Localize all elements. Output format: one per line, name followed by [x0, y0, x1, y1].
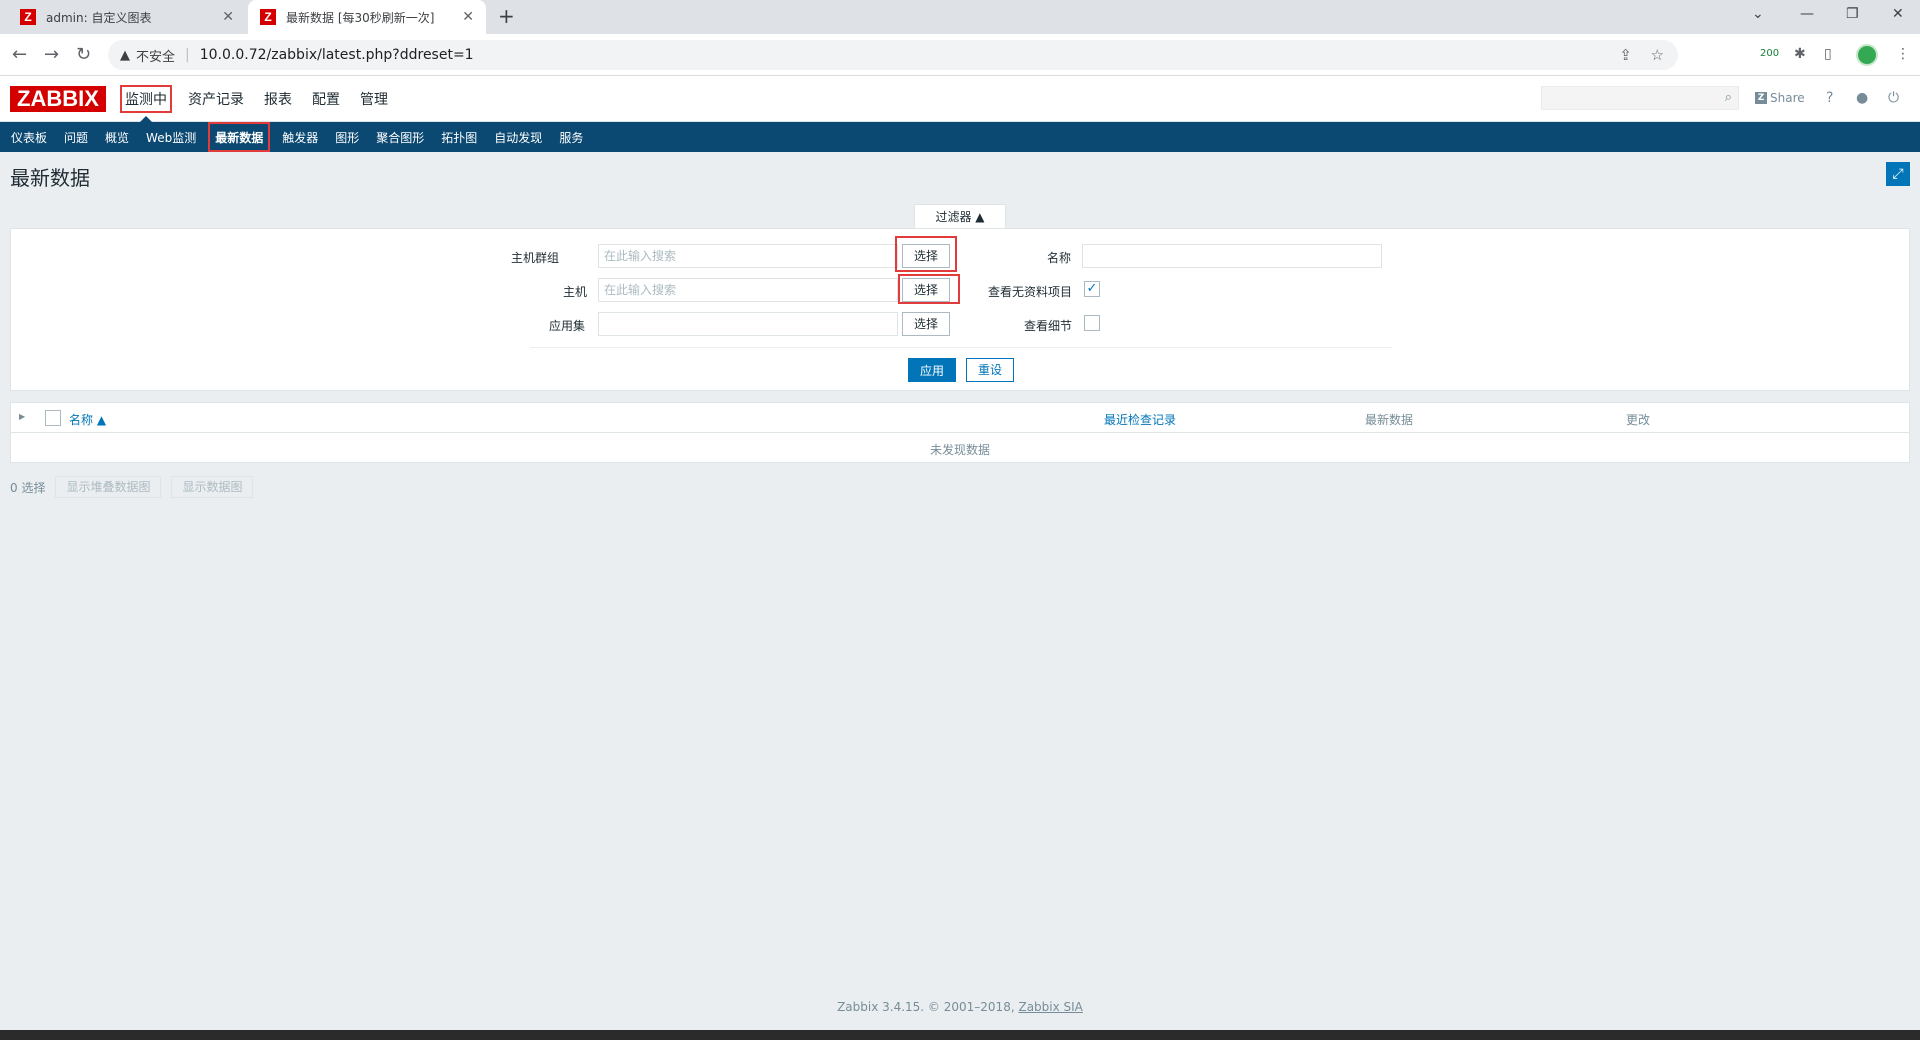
restore-icon[interactable]: ❐ — [1846, 6, 1859, 22]
filter-divider — [530, 347, 1392, 348]
search-icon[interactable]: ⌕ — [1725, 90, 1732, 105]
page-title: 最新数据 — [10, 166, 90, 190]
submenu-triggers[interactable]: 触发器 — [277, 122, 323, 152]
graph-button[interactable]: 显示数据图 — [171, 476, 254, 498]
submenu-screens[interactable]: 聚合图形 — [371, 122, 429, 152]
host-group-label: 主机群组 — [511, 251, 560, 265]
submenu-problems[interactable]: 问题 — [59, 122, 93, 152]
apply-button[interactable]: 应用 — [908, 358, 956, 382]
minimize-icon[interactable]: — — [1800, 6, 1814, 22]
submenu-graphs[interactable]: 图形 — [330, 122, 364, 152]
new-tab-icon[interactable]: + — [498, 4, 515, 28]
show-items-without-data-checkbox[interactable]: ✓ — [1084, 281, 1100, 297]
zabbix-sia-link[interactable]: Zabbix SIA — [1018, 1000, 1082, 1014]
profile-avatar[interactable] — [1856, 44, 1878, 66]
zabbix-share-icon: Z — [1755, 92, 1767, 104]
filter-tab[interactable]: 过滤器 ▲ — [914, 204, 1006, 228]
zabbix-header: ZABBIX 监测中 资产记录 报表 配置 管理 ⌕ Z Share ? ● ⏻ — [0, 76, 1920, 122]
menu-label: 监测中 — [125, 92, 167, 108]
share-icon[interactable]: ⇪ — [1619, 46, 1632, 64]
column-change: 更改 — [1626, 413, 1651, 427]
menu-administration[interactable]: 管理 — [356, 85, 392, 113]
warning-icon[interactable]: ▲ — [120, 48, 130, 63]
menu-monitoring[interactable]: 监测中 — [120, 85, 172, 122]
submenu-maps[interactable]: 拓扑图 — [436, 122, 482, 152]
reload-icon[interactable]: ↻ — [76, 44, 91, 65]
table-actions: 0 选择 显示堆叠数据图 显示数据图 — [10, 476, 254, 498]
application-select-button[interactable]: 选择 — [902, 312, 950, 336]
menu-configuration[interactable]: 配置 — [308, 85, 344, 113]
highlight-box — [895, 236, 957, 272]
host-group-input[interactable]: 在此输入搜索 — [598, 244, 898, 268]
submenu-web[interactable]: Web监测 — [141, 122, 201, 152]
submenu-discovery[interactable]: 自动发现 — [489, 122, 547, 152]
kebab-menu-icon[interactable]: ⋮ — [1896, 46, 1910, 62]
column-last-value: 最新数据 — [1365, 413, 1414, 427]
reset-button[interactable]: 重设 — [966, 358, 1014, 382]
bookmark-star-icon[interactable]: ☆ — [1651, 46, 1664, 64]
column-last-check[interactable]: 最近检查记录 — [1104, 411, 1176, 428]
host-input[interactable]: 在此输入搜索 — [598, 278, 898, 302]
tab-title: 最新数据 [每30秒刷新一次] — [286, 10, 435, 25]
no-data-message: 未发现数据 — [929, 443, 990, 457]
zabbix-favicon-icon: Z — [260, 9, 276, 25]
side-panel-icon[interactable]: ▯ — [1824, 46, 1832, 62]
stacked-graph-button[interactable]: 显示堆叠数据图 — [55, 476, 162, 498]
menu-inventory[interactable]: 资产记录 — [184, 85, 248, 113]
close-icon[interactable]: ✕ — [462, 9, 474, 25]
application-label: 应用集 — [549, 319, 586, 333]
show-details-checkbox[interactable] — [1084, 315, 1100, 331]
name-input[interactable] — [1082, 244, 1382, 268]
table-header: ▶ 名称 ▲ 最近检查记录 最新数据 更改 — [11, 403, 1909, 433]
taskbar — [0, 1030, 1920, 1040]
copyright-text: Zabbix 3.4.15. © 2001–2018, — [837, 1000, 1019, 1014]
browser-tab-latest-data[interactable]: Z 最新数据 [每30秒刷新一次] ✕ — [248, 0, 486, 34]
submenu-services[interactable]: 服务 — [554, 122, 588, 152]
submenu-overview[interactable]: 概览 — [100, 122, 134, 152]
browser-tab-custom-graph[interactable]: Z admin: 自定义图表 ✕ — [8, 0, 246, 34]
filter-panel: 主机群组 在此输入搜索 选择 主机 在此输入搜索 选择 应用集 选择 名称 查看… — [10, 228, 1910, 391]
browser-tabbar: Z admin: 自定义图表 ✕ Z 最新数据 [每30秒刷新一次] ✕ + ⌄… — [0, 0, 1920, 34]
show-items-without-data-label: 查看无资料项目 — [988, 285, 1073, 299]
latest-data-table: ▶ 名称 ▲ 最近检查记录 最新数据 更改 未发现数据 — [10, 402, 1910, 463]
host-label: 主机 — [563, 285, 588, 299]
global-search-input[interactable]: ⌕ — [1541, 86, 1739, 110]
window-close-icon[interactable]: ✕ — [1892, 6, 1904, 22]
sign-out-icon[interactable]: ⏻ — [1888, 90, 1899, 106]
share-link[interactable]: Z Share — [1755, 91, 1805, 105]
sub-menu: 仪表板 问题 概览 Web监测 最新数据 触发器 图形 聚合图形 拓扑图 自动发… — [0, 122, 1920, 152]
extensions-puzzle-icon[interactable]: ✱ — [1794, 46, 1806, 62]
zabbix-favicon-icon: Z — [20, 9, 36, 25]
forward-arrow-icon[interactable]: → — [44, 44, 59, 65]
zabbix-logo[interactable]: ZABBIX — [10, 86, 106, 112]
close-icon[interactable]: ✕ — [222, 9, 234, 25]
show-details-label: 查看细节 — [1024, 319, 1073, 333]
highlight-box — [898, 274, 960, 304]
browser-toolbar: ← → ↻ ▲ 不安全 | 10.0.0.72/zabbix/latest.ph… — [0, 34, 1920, 76]
user-profile-icon[interactable]: ● — [1856, 90, 1868, 106]
address-bar[interactable]: ▲ 不安全 | 10.0.0.72/zabbix/latest.php?ddre… — [108, 40, 1678, 70]
url-text[interactable]: 10.0.0.72/zabbix/latest.php?ddreset=1 — [200, 47, 474, 63]
share-label: Share — [1770, 91, 1805, 105]
tab-title: admin: 自定义图表 — [46, 10, 152, 25]
tab-search-chevron-icon[interactable]: ⌄ — [1752, 6, 1764, 22]
submenu-dashboard[interactable]: 仪表板 — [6, 122, 52, 152]
copyright-footer: Zabbix 3.4.15. © 2001–2018, Zabbix SIA — [0, 1000, 1920, 1014]
security-status[interactable]: 不安全 — [136, 46, 175, 65]
submenu-latest-data[interactable]: 最新数据 — [208, 122, 271, 152]
select-all-checkbox[interactable] — [45, 410, 61, 426]
selected-count: 0 选择 — [10, 480, 46, 495]
expand-all-icon[interactable]: ▶ — [19, 412, 25, 421]
column-name[interactable]: 名称 ▲ — [69, 411, 106, 428]
extension-badge[interactable]: 200 — [1760, 48, 1779, 59]
divider: | — [185, 47, 190, 63]
fullscreen-icon[interactable]: ⤢ — [1886, 162, 1910, 186]
main-menu: 监测中 资产记录 报表 配置 管理 — [120, 76, 404, 122]
back-arrow-icon[interactable]: ← — [12, 44, 27, 65]
application-input[interactable] — [598, 312, 898, 336]
name-label: 名称 — [1047, 251, 1072, 265]
help-icon[interactable]: ? — [1826, 90, 1833, 106]
menu-reports[interactable]: 报表 — [260, 85, 296, 113]
